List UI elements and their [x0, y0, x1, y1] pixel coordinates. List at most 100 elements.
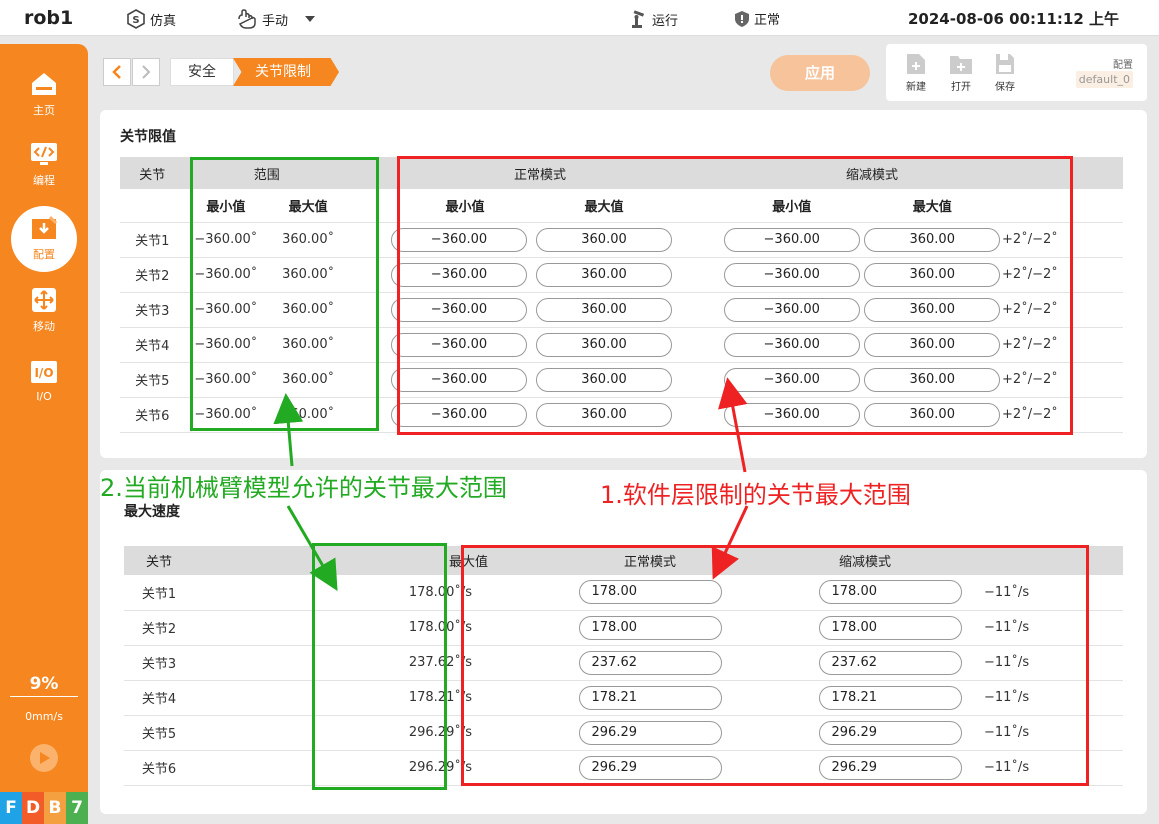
normal-max-input[interactable]: 360.00 — [536, 402, 673, 427]
speed-max: 178.00˚/s — [408, 620, 472, 635]
joint-name: 关节1 — [141, 586, 177, 602]
speed-col-joint: 关节 — [145, 555, 172, 570]
reduced-min-input[interactable]: −360.00 — [723, 297, 860, 322]
tolerance: +2˚/−2˚ — [1002, 337, 1058, 352]
speed-reduced-input[interactable]: 296.29 — [818, 720, 962, 745]
robot-name[interactable]: rob1 — [24, 7, 73, 29]
reduced-min-input[interactable]: −360.00 — [723, 367, 860, 392]
speed-reduced-input[interactable]: 178.00 — [818, 580, 962, 605]
sidebar-item-label: 编程 — [33, 174, 55, 187]
mode-label: 手动 — [262, 13, 289, 29]
speed-normal-input[interactable]: 237.62 — [578, 650, 722, 675]
normal-max-input[interactable]: 360.00 — [536, 332, 673, 357]
home-icon — [32, 73, 56, 95]
reduced-max-input[interactable]: 360.00 — [864, 367, 1001, 392]
reduced-max-input[interactable]: 360.00 — [864, 332, 1001, 357]
col-range: 范围 — [253, 167, 280, 183]
mode-dropdown[interactable]: 手动 — [236, 9, 320, 29]
speed-normal-input[interactable]: 178.00 — [578, 580, 722, 605]
col-normal-mode: 正常模式 — [514, 167, 567, 183]
normal-max-input[interactable]: 360.00 — [536, 297, 673, 322]
speed-normal-input[interactable]: 296.29 — [578, 755, 722, 780]
speed-normal-input[interactable]: 296.29 — [578, 720, 722, 745]
config-value[interactable]: default_0 — [1075, 71, 1133, 88]
joint-name: 关节3 — [141, 657, 177, 672]
speed-normal-input[interactable]: 178.21 — [578, 685, 722, 710]
joint-name: 关节4 — [141, 692, 177, 707]
annotation-model-range: 2.当前机械臂模型允许的关节最大范围 — [100, 474, 507, 502]
normal-min-input[interactable]: −360.00 — [391, 367, 527, 392]
normal-min-input[interactable]: −360.00 — [391, 297, 527, 322]
reduced-max-input[interactable]: 360.00 — [864, 227, 1001, 252]
reduced-min-input[interactable]: −360.00 — [723, 402, 860, 427]
reduced-max-input[interactable]: 360.00 — [864, 402, 1001, 427]
svg-text:S: S — [132, 15, 139, 26]
normal-min-input[interactable]: −360.00 — [391, 332, 527, 357]
speed-reduced-input[interactable]: 237.62 — [818, 650, 962, 675]
back-button[interactable] — [103, 58, 131, 86]
sidebar-item-program[interactable]: 编程 — [0, 140, 88, 202]
speed-col-max: 最大值 — [448, 555, 488, 570]
normal-min-input[interactable]: −360.00 — [391, 402, 527, 427]
normal-min-input[interactable]: −360.00 — [391, 227, 527, 252]
run-status[interactable]: 运行 — [630, 9, 678, 29]
apply-button[interactable]: 应用 — [770, 55, 870, 91]
speed-percent[interactable]: 9% — [0, 674, 88, 694]
reduced-min-input[interactable]: −360.00 — [723, 332, 860, 357]
normal-min-input[interactable]: −360.00 — [391, 262, 527, 287]
normal-max-input[interactable]: 360.00 — [536, 367, 673, 392]
breadcrumb-joint-limits[interactable]: 关节限制 — [233, 58, 339, 86]
normal-max-input[interactable]: 360.00 — [536, 262, 673, 287]
sim-mode-toggle[interactable]: S 仿真 — [126, 9, 176, 29]
open-button[interactable]: 打开 — [943, 52, 979, 93]
joint-name: 关节2 — [135, 269, 170, 284]
sidebar-item-config[interactable]: 配置 — [0, 214, 88, 276]
play-icon — [40, 752, 50, 764]
speed-max: 178.21˚/s — [408, 690, 472, 705]
tolerance: +2˚/−2˚ — [1002, 267, 1058, 282]
reduced-min-input[interactable]: −360.00 — [723, 227, 860, 252]
sub-reduced-max: 最大值 — [912, 199, 952, 215]
speed-normal-input[interactable]: 178.00 — [578, 615, 722, 640]
sub-range-min: 最小值 — [206, 199, 246, 215]
speed-max: 296.29˚/s — [408, 725, 472, 740]
tolerance: +2˚/−2˚ — [1002, 232, 1058, 247]
range-max: 360.00˚ — [282, 267, 335, 282]
datetime: 2024-08-06 00:11:12 上午 — [907, 10, 1119, 28]
speed-reduced-input[interactable]: 178.21 — [818, 685, 962, 710]
reduced-min-input[interactable]: −360.00 — [723, 262, 860, 287]
normal-max-input[interactable]: 360.00 — [536, 227, 673, 252]
speed-reduced-input[interactable]: 178.00 — [818, 615, 962, 640]
range-max: 360.00˚ — [282, 372, 335, 387]
speed-reduced-input[interactable]: 296.29 — [818, 755, 962, 780]
chevron-left-icon — [112, 65, 121, 79]
speed-divider — [10, 696, 78, 697]
sub-normal-min: 最小值 — [445, 199, 485, 215]
play-button[interactable] — [30, 744, 58, 772]
tolerance: +2˚/−2˚ — [1002, 407, 1058, 422]
speed-tolerance: −11˚/s — [984, 584, 1030, 600]
new-file-icon — [907, 54, 925, 74]
sidebar-item-home[interactable]: 主页 — [0, 70, 88, 132]
forward-button[interactable] — [132, 58, 160, 86]
table-row: 关节2 178.00˚/s 178.00 178.00 −11˚/s — [124, 610, 1123, 645]
table-row: 关节1 −360.00˚ 360.00˚ −360.00 360.00 −360.00 36… — [120, 222, 1123, 257]
joint-name: 关节1 — [135, 234, 170, 249]
reduced-max-input[interactable]: 360.00 — [864, 262, 1001, 287]
reduced-max-input[interactable]: 360.00 — [864, 297, 1001, 322]
shield-icon — [735, 10, 749, 27]
move-icon — [32, 288, 56, 312]
sidebar-item-io[interactable]: I/O I/O — [0, 358, 88, 420]
sidebar-item-move[interactable]: 移动 — [0, 286, 88, 348]
table-row: 关节5 −360.00˚ 360.00˚ −360.00 360.00 −360.00 36… — [120, 362, 1123, 397]
speed-tolerance: −11˚/s — [984, 760, 1030, 775]
breadcrumb-safety[interactable]: 安全 — [170, 58, 234, 86]
max-speed-table: 关节 最大值 正常模式 缩减模式 关节1 178.00˚/s 178.00 178.0… — [124, 546, 1123, 786]
save-button[interactable]: 保存 — [987, 52, 1023, 93]
new-button[interactable]: 新建 — [898, 52, 934, 93]
joint-name: 关节6 — [135, 409, 170, 424]
status-letter-b: B — [44, 792, 66, 824]
range-min: −360.00˚ — [194, 267, 258, 282]
safety-status[interactable]: 正常 — [734, 9, 780, 28]
range-min: −360.00˚ — [194, 372, 258, 387]
